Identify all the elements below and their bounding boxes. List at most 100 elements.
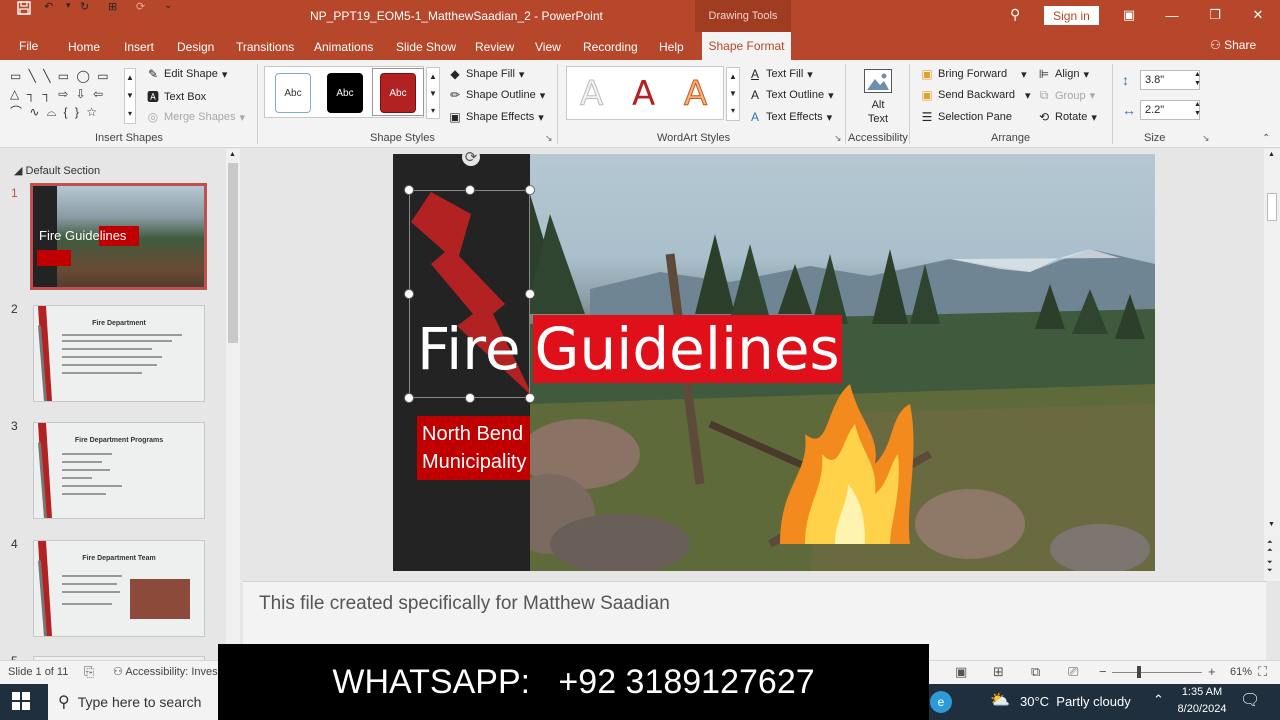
scroll-up-icon[interactable]: ▲ xyxy=(229,151,236,158)
wordart-gallery-scroll[interactable]: ▲ ▼ ▾ xyxy=(726,67,740,121)
accessibility-status[interactable]: ⚇ Accessibility: Inves xyxy=(113,665,218,678)
close-button[interactable]: ✕ xyxy=(1246,4,1270,26)
section-header[interactable]: ◢ Default Section xyxy=(14,164,100,177)
slide-thumbnail-3[interactable]: Fire Department Programs xyxy=(33,422,205,519)
wordart-style-2[interactable]: A xyxy=(632,74,655,114)
resize-handle[interactable] xyxy=(525,393,535,403)
shape-height-field[interactable]: 3.8" xyxy=(1140,70,1200,90)
align-button[interactable]: ⊫ Align ▾ xyxy=(1037,67,1089,81)
undo-icon[interactable]: ↶ xyxy=(44,0,53,13)
repeat-icon[interactable]: ⟳ xyxy=(136,0,145,13)
slides-pane-scrollbar[interactable]: ▲ xyxy=(226,149,240,660)
zoom-out-icon[interactable]: − xyxy=(1099,664,1107,679)
tab-animations[interactable]: Animations xyxy=(314,40,373,54)
merge-shapes-button[interactable]: ◎ Merge Shapes ▾ xyxy=(146,110,245,124)
tab-recording[interactable]: Recording xyxy=(583,40,638,54)
scroll-up-icon[interactable]: ▲ xyxy=(1268,151,1275,158)
shape-styles-gallery-scroll[interactable]: ▲ ▼ ▾ xyxy=(426,67,440,119)
tab-file[interactable]: File xyxy=(19,39,38,53)
slide-sorter-icon[interactable]: ⊞ xyxy=(993,664,1004,680)
wordart-style-3[interactable]: A xyxy=(683,74,707,115)
resize-handle[interactable] xyxy=(404,393,414,403)
tab-transitions[interactable]: Transitions xyxy=(236,40,294,54)
rotate-handle-icon[interactable]: ⟳ xyxy=(462,148,480,166)
tab-insert[interactable]: Insert xyxy=(124,40,154,54)
weather-text[interactable]: 30°C Partly cloudy xyxy=(1020,694,1131,709)
shape-outline-button[interactable]: ✏ Shape Outline ▾ xyxy=(448,88,545,102)
tab-slide-show[interactable]: Slide Show xyxy=(396,40,456,54)
zoom-slider[interactable] xyxy=(1112,672,1202,673)
shape-effects-button[interactable]: ▣ Shape Effects ▾ xyxy=(448,110,544,124)
fit-to-window-icon[interactable]: ⛶ xyxy=(1258,664,1267,680)
zoom-level[interactable]: 61% xyxy=(1230,666,1252,678)
tab-review[interactable]: Review xyxy=(475,40,514,54)
text-effects-button[interactable]: A Text Effects ▾ xyxy=(748,110,832,124)
redo-icon[interactable]: ↻ xyxy=(80,0,89,13)
clock-date[interactable]: 8/20/2024 xyxy=(1174,703,1230,715)
dialog-launcher-icon[interactable]: ↘ xyxy=(1202,133,1210,144)
resize-handle[interactable] xyxy=(465,393,475,403)
save-icon[interactable] xyxy=(16,0,32,19)
shape-fill-button[interactable]: ◆ Shape Fill ▾ xyxy=(448,67,524,81)
next-slide-icon[interactable]: ⏷ ⏷ xyxy=(1267,559,1273,575)
search-icon[interactable]: ⚲ xyxy=(1010,6,1028,24)
slide-canvas[interactable]: Fire Guidelines North Bend Municipality xyxy=(393,154,1155,571)
slide-thumbnail-2[interactable]: Fire Department xyxy=(33,305,205,402)
shape-style-preset-3[interactable]: Abc xyxy=(380,73,416,113)
tab-home[interactable]: Home xyxy=(68,40,100,54)
scroll-down-icon[interactable]: ▼ xyxy=(1268,521,1275,528)
tab-design[interactable]: Design xyxy=(177,40,214,54)
notifications-icon[interactable]: 🗨 xyxy=(1240,690,1260,710)
slide-show-icon[interactable]: ⎚ xyxy=(1068,664,1078,680)
weather-icon[interactable]: ⛅ xyxy=(990,690,1010,710)
resize-handle[interactable] xyxy=(525,289,535,299)
resize-handle[interactable] xyxy=(404,185,414,195)
send-backward-button[interactable]: ▣ Send Backward ▾ xyxy=(920,88,1030,102)
notes-text[interactable]: This file created specifically for Matth… xyxy=(259,593,670,615)
text-box-button[interactable]: 🅰 Text Box xyxy=(146,88,206,105)
resize-handle[interactable] xyxy=(465,185,475,195)
share-button[interactable]: ⚇ Share xyxy=(1210,38,1256,52)
resize-handle[interactable] xyxy=(525,185,535,195)
text-fill-button[interactable]: A Text Fill ▾ xyxy=(748,67,813,81)
show-hidden-icons-icon[interactable]: ⌃ xyxy=(1153,692,1164,708)
dialog-launcher-icon[interactable]: ↘ xyxy=(834,133,842,144)
scrollbar-thumb[interactable] xyxy=(1267,193,1277,221)
selection-pane-button[interactable]: ☰ Selection Pane xyxy=(920,110,1012,124)
zoom-in-icon[interactable]: + xyxy=(1208,664,1216,679)
slide-area-scrollbar[interactable]: ▲ ▼ ⏶ ⏶ ⏷ ⏷ xyxy=(1264,149,1280,581)
undo-dropdown-icon[interactable]: ▾ xyxy=(66,0,71,11)
shapes-gallery-scroll[interactable]: ▲ ▼ ▾ xyxy=(124,68,136,124)
slide-counter[interactable]: Slide 1 of 11 xyxy=(8,666,68,678)
edit-shape-button[interactable]: ✎ Edit Shape ▾ xyxy=(146,67,227,81)
wordart-style-1[interactable]: A xyxy=(579,74,603,115)
tab-help[interactable]: Help xyxy=(659,40,684,54)
rotate-button[interactable]: ⟲ Rotate ▾ xyxy=(1037,110,1097,124)
shapes-gallery[interactable]: ▭ ╲ ╲ ▭ ◯ ▭ △ ┐ ┐ ⇨ ⇩ ⇦ ⌒ ∿ ⌓ { } ☆ xyxy=(10,67,122,123)
bring-forward-button[interactable]: ▣ Bring Forward ▾ xyxy=(920,67,1026,81)
group-button[interactable]: ⧉ Group ▾ xyxy=(1037,88,1095,103)
collapse-ribbon-icon[interactable]: ⌃ xyxy=(1262,133,1270,144)
tab-shape-format[interactable]: Shape Format xyxy=(702,32,791,60)
selection-bounding-box[interactable] xyxy=(409,190,530,398)
clock-time[interactable]: 1:35 AM xyxy=(1180,686,1224,698)
present-icon[interactable]: ⊞ xyxy=(108,0,117,13)
resize-handle[interactable] xyxy=(404,289,414,299)
maximize-button[interactable]: ❐ xyxy=(1203,4,1227,26)
shape-style-preset-2[interactable]: Abc xyxy=(327,73,363,113)
reading-view-icon[interactable]: ⧉ xyxy=(1031,664,1040,680)
shape-style-preset-1[interactable]: Abc xyxy=(275,73,311,113)
sign-in-button[interactable]: Sign in xyxy=(1044,6,1099,25)
alt-text-button[interactable]: Alt Text xyxy=(864,98,892,126)
scrollbar-thumb[interactable] xyxy=(228,163,238,343)
slide-thumbnail-4[interactable]: Fire Department Team xyxy=(33,540,205,637)
zoom-slider-thumb[interactable] xyxy=(1137,666,1141,678)
text-outline-button[interactable]: A Text Outline ▾ xyxy=(748,88,834,102)
dialog-launcher-icon[interactable]: ↘ xyxy=(545,133,553,144)
slide-thumbnail-1[interactable]: Fire Guidelines xyxy=(30,183,207,290)
width-spinner[interactable]: ▲ ▼ xyxy=(1194,100,1201,118)
slide-subtitle[interactable]: North Bend Municipality xyxy=(417,416,530,480)
shape-width-field[interactable]: 2.2" xyxy=(1140,100,1200,120)
tab-view[interactable]: View xyxy=(535,40,561,54)
normal-view-icon[interactable]: ▣ xyxy=(955,664,967,680)
